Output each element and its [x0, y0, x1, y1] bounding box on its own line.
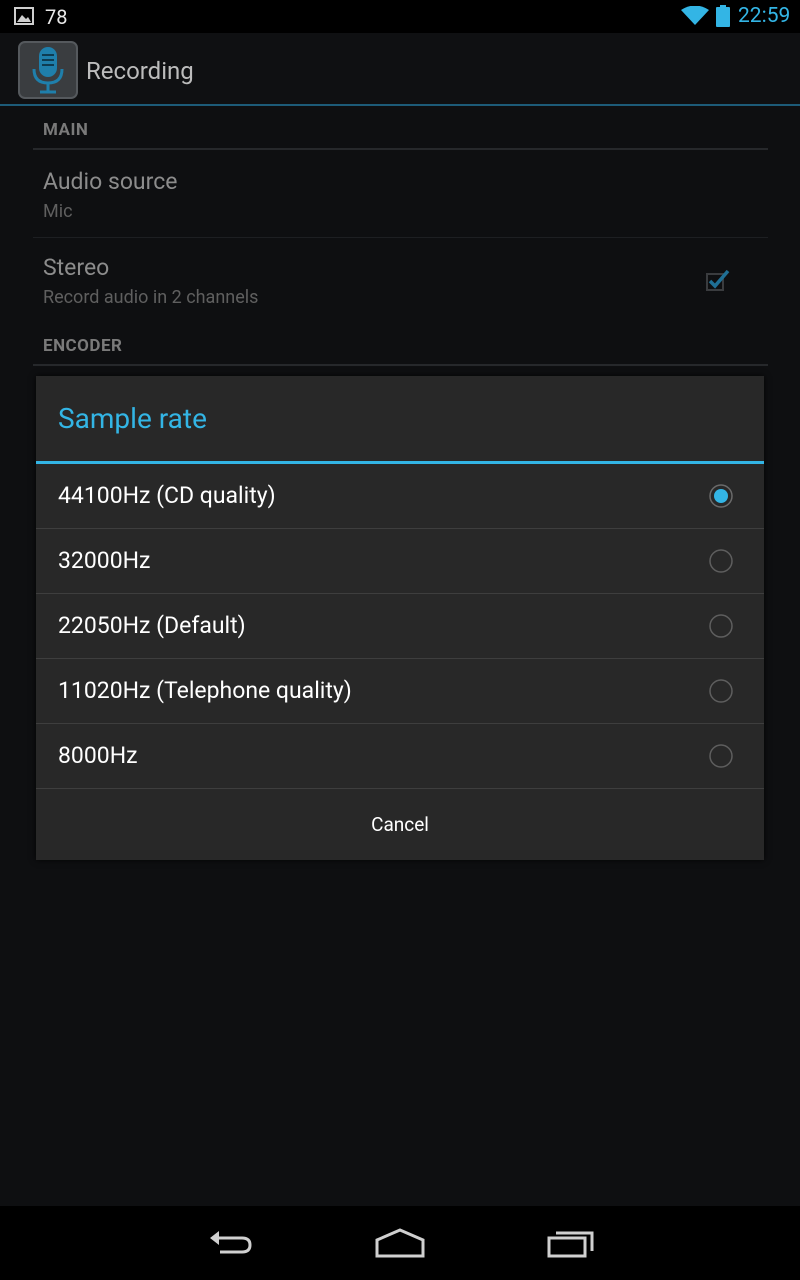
option-label: 11020Hz (Telephone quality): [58, 677, 352, 704]
category-divider: [33, 364, 768, 366]
image-notification-icon: [14, 7, 34, 25]
battery-icon: [716, 5, 730, 27]
preference-divider: [33, 237, 768, 238]
option-label: 44100Hz (CD quality): [58, 482, 276, 509]
radio-selected-icon[interactable]: [709, 484, 733, 508]
radio-unselected-icon[interactable]: [709, 679, 733, 703]
option-22050hz[interactable]: 22050Hz (Default): [36, 594, 764, 659]
recent-apps-icon[interactable]: [546, 1224, 596, 1260]
audio-source-title[interactable]: Audio source: [43, 168, 177, 195]
microphone-icon[interactable]: [18, 41, 78, 99]
stereo-checkbox[interactable]: [706, 269, 730, 291]
audio-source-summary: Mic: [43, 201, 73, 222]
notification-count: 78: [45, 5, 68, 29]
category-main: MAIN: [43, 120, 89, 140]
option-11020hz[interactable]: 11020Hz (Telephone quality): [36, 659, 764, 724]
status-bar: 78 22:59: [0, 0, 800, 33]
dialog-title: Sample rate: [58, 402, 207, 435]
category-encoder: ENCODER: [43, 336, 123, 356]
radio-unselected-icon[interactable]: [709, 549, 733, 573]
stereo-summary: Record audio in 2 channels: [43, 287, 259, 308]
stereo-title[interactable]: Stereo: [43, 254, 109, 281]
option-8000hz[interactable]: 8000Hz: [36, 724, 764, 789]
category-divider: [33, 148, 768, 150]
action-bar: Recording: [0, 33, 800, 105]
option-label: 22050Hz (Default): [58, 612, 246, 639]
cancel-label: Cancel: [371, 813, 429, 836]
cancel-button[interactable]: Cancel: [36, 789, 764, 860]
radio-unselected-icon[interactable]: [709, 744, 733, 768]
option-label: 8000Hz: [58, 742, 138, 769]
option-32000hz[interactable]: 32000Hz: [36, 529, 764, 594]
option-label: 32000Hz: [58, 547, 151, 574]
sample-rate-dialog: Sample rate 44100Hz (CD quality) 32000Hz…: [36, 376, 764, 860]
option-44100hz[interactable]: 44100Hz (CD quality): [36, 464, 764, 529]
back-icon[interactable]: [206, 1224, 254, 1260]
clock: 22:59: [738, 4, 791, 28]
navigation-bar: [0, 1206, 800, 1280]
radio-unselected-icon[interactable]: [709, 614, 733, 638]
page-title: Recording: [86, 57, 194, 85]
wifi-icon: [681, 6, 709, 25]
home-icon[interactable]: [374, 1224, 426, 1260]
